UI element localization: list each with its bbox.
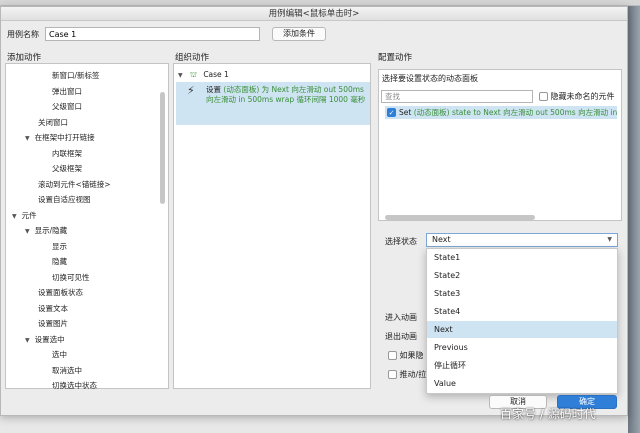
- organize-action-panel: ▼ ⛫ Case 1 ⚡ 设置 (动态面板) 为 Next 向左滑动 out 5…: [173, 63, 371, 389]
- case-name-input[interactable]: [45, 27, 260, 41]
- if-hidden-label: 如果隐: [399, 351, 424, 360]
- tree-item-open-in-frame[interactable]: ▼ 在框架中打开链接: [25, 132, 95, 144]
- dynamic-panel-checkbox[interactable]: ✓: [387, 108, 396, 117]
- if-hidden-option[interactable]: 如果隐: [388, 350, 424, 361]
- if-hidden-checkbox[interactable]: [388, 351, 397, 360]
- set-panel-state-action[interactable]: ⚡ 设置 (动态面板) 为 Next 向左滑动 out 500ms 向左滑动 i…: [176, 82, 370, 125]
- tree-item-label: 显示/隐藏: [34, 226, 68, 235]
- dynamic-panel-row[interactable]: ✓ Set (动态面板) state to Next 向左滑动 out 500m…: [385, 106, 617, 119]
- tree-item-inline-frame[interactable]: 内联框架: [52, 148, 82, 160]
- exit-animation-label: 退出动画: [385, 332, 417, 341]
- state-option[interactable]: State1: [427, 249, 617, 266]
- tree-item-select[interactable]: 选中: [52, 349, 67, 361]
- case-label: Case 1: [203, 70, 229, 79]
- action-verb: 设置: [206, 85, 221, 94]
- state-option[interactable]: State4: [427, 303, 617, 320]
- scrollbar[interactable]: [160, 92, 165, 204]
- case-row[interactable]: ▼ ⛫ Case 1: [178, 69, 229, 81]
- expand-arrow-icon[interactable]: ▼: [178, 72, 183, 79]
- tree-item-set-text[interactable]: 设置文本: [38, 303, 68, 315]
- expand-arrow-icon[interactable]: ▼: [25, 135, 30, 142]
- state-dropdown-list: State1 State2 State3 State4 Next Previou…: [426, 248, 618, 394]
- push-pull-option[interactable]: 推动/拉: [388, 369, 426, 380]
- tree-item-set-selected[interactable]: ▼ 设置选中: [25, 334, 65, 346]
- tree-item-label: 元件: [21, 211, 37, 220]
- host-app-background: [628, 6, 640, 433]
- tree-item-popup[interactable]: 弹出窗口: [52, 86, 82, 98]
- tree-item-show[interactable]: 显示: [52, 241, 67, 253]
- expand-arrow-icon[interactable]: ▼: [12, 213, 17, 220]
- tree-item-parent-window[interactable]: 父级窗口: [52, 101, 82, 113]
- tree-item-scroll-to-widget[interactable]: 滚动到元件<锚链接>: [38, 179, 111, 191]
- tree-item-hide[interactable]: 隐藏: [52, 256, 67, 268]
- action-detail: (动态面板) 为 Next 向左滑动 out 500ms 向左滑动 in 500…: [206, 85, 366, 104]
- search-input[interactable]: 查找: [381, 90, 533, 103]
- hide-unnamed-checkbox[interactable]: [539, 92, 548, 101]
- case-editor-dialog: 用例编辑<鼠标单击时> 用例名称 添加条件 添加动作 组织动作 配置动作 新窗口…: [0, 6, 628, 416]
- configure-action-title: 配置动作: [378, 53, 413, 63]
- tree-item-set-panel-state[interactable]: 设置面板状态: [38, 287, 83, 299]
- expand-arrow-icon[interactable]: ▼: [25, 228, 30, 235]
- case-name-label: 用例名称: [7, 29, 39, 39]
- tree-item-toggle-selected[interactable]: 切换选中状态: [52, 380, 97, 392]
- tree-item-show-hide[interactable]: ▼ 显示/隐藏: [25, 225, 67, 237]
- tree-item-unselect[interactable]: 取消选中: [52, 365, 82, 377]
- select-state-label: 选择状态: [385, 237, 417, 246]
- organize-action-title: 组织动作: [175, 53, 210, 63]
- tree-item-widgets[interactable]: ▼ 元件: [12, 210, 37, 222]
- state-option[interactable]: Previous: [427, 339, 617, 356]
- hide-unnamed-label: 隐藏未命名的元件: [550, 92, 615, 101]
- enter-animation-label: 进入动画: [385, 313, 417, 322]
- push-pull-label: 推动/拉: [399, 370, 427, 379]
- selected-state: Next: [432, 235, 451, 244]
- tree-item-close-window[interactable]: 关闭窗口: [38, 117, 68, 129]
- case-name-row: 用例名称 添加条件: [7, 27, 326, 41]
- panel-row-text: (动态面板) state to Next 向左滑动 out 500ms 向左滑动…: [413, 108, 617, 117]
- case-icon: ⛫: [190, 70, 197, 79]
- add-condition-button[interactable]: 添加条件: [272, 27, 326, 41]
- tree-item-parent-frame[interactable]: 父级框架: [52, 163, 82, 175]
- chevron-down-icon: ▼: [607, 236, 612, 243]
- panel-row-prefix: Set: [399, 108, 412, 117]
- watermark: 百家号 / 源码时代: [500, 407, 596, 421]
- state-option-selected[interactable]: Next: [427, 321, 617, 338]
- dialog-title: 用例编辑<鼠标单击时>: [1, 7, 627, 21]
- state-option[interactable]: Value: [427, 375, 617, 392]
- expand-arrow-icon[interactable]: ▼: [25, 337, 30, 344]
- state-option[interactable]: 停止循环: [427, 357, 617, 374]
- select-panel-label: 选择要设置状态的动态面板: [382, 74, 478, 83]
- lightning-icon: ⚡: [187, 84, 195, 97]
- tree-item-set-image[interactable]: 设置图片: [38, 318, 68, 330]
- add-action-panel: 新窗口/新标签 弹出窗口 父级窗口 关闭窗口 ▼ 在框架中打开链接 内联框架 父级…: [5, 63, 169, 392]
- tree-item-label: 在框架中打开链接: [34, 133, 95, 142]
- state-select[interactable]: Next ▼: [426, 233, 618, 247]
- tree-item-new-window[interactable]: 新窗口/新标签: [52, 70, 100, 82]
- push-pull-checkbox[interactable]: [388, 370, 397, 379]
- state-option[interactable]: State2: [427, 267, 617, 284]
- tree-item-toggle-visibility[interactable]: 切换可见性: [52, 272, 90, 284]
- tree-item-label: 设置选中: [34, 335, 65, 344]
- state-option[interactable]: State3: [427, 285, 617, 302]
- horizontal-scrollbar[interactable]: [385, 215, 535, 220]
- add-action-title: 添加动作: [7, 53, 42, 63]
- tree-item-adaptive-view[interactable]: 设置自适应视图: [38, 194, 91, 206]
- hide-unnamed-option[interactable]: 隐藏未命名的元件: [539, 91, 615, 102]
